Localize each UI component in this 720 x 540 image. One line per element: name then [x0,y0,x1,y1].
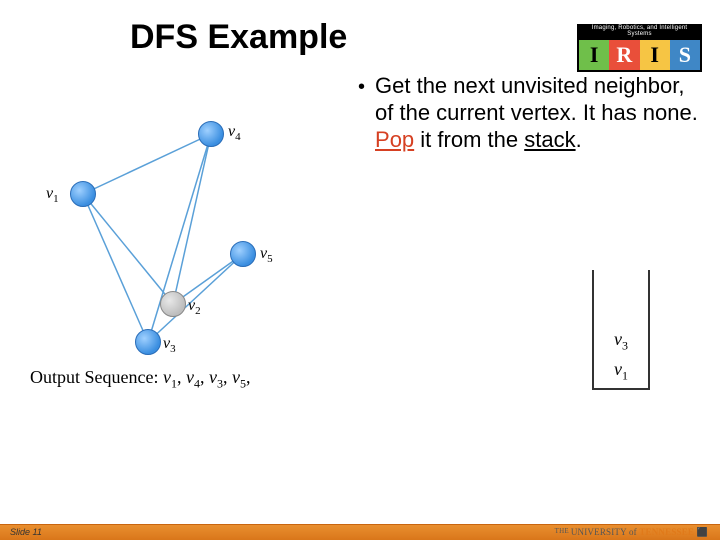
vertex-v3 [135,329,161,355]
vertex-label-v4: v4 [228,123,241,143]
vertex-v2 [160,291,186,317]
univ-of: of [627,527,640,537]
stack-cell: v3 [614,329,628,354]
logo-letter-r: R [609,40,639,70]
stack-cell: v1 [614,359,628,384]
univ-tennessee: TENNESSEE [639,527,694,537]
univ-university: UNIVERSITY [571,527,627,537]
graph-canvas: v1 v2 v3 v4 v5 [30,81,330,361]
bullet-item: • Get the next unvisited neighbor, of th… [358,73,700,153]
iris-logo: Imaging, Robotics, and Intelligent Syste… [577,24,702,69]
stack-word: stack [524,127,575,152]
pop-word: Pop [375,127,414,152]
logo-letters: I R I S [577,38,702,72]
vertex-label-v1: v1 [46,185,59,205]
graph-panel: v1 v2 v3 v4 v5 Output Sequence: v1, v4, v3, … [30,67,350,427]
vertex-v1 [70,181,96,207]
univ-the: THE [555,527,571,535]
logo-letter-s: S [670,40,700,70]
vertex-label-v5: v5 [260,245,273,265]
bullet-post: . [576,127,582,152]
vertex-v5 [230,241,256,267]
logo-letter-i1: I [579,40,609,70]
stack-diagram: v3v1 [592,270,650,390]
footer: Slide 11 THE UNIVERSITY of TENNESSEE ⬛ [0,524,720,540]
university-mark: THE UNIVERSITY of TENNESSEE ⬛ [555,527,708,538]
ut-icon: ⬛ [697,527,708,537]
vertex-v4 [198,121,224,147]
bullet-pre: Get the next unvisited neighbor, of the … [375,73,698,125]
bullet-mark: • [358,73,365,153]
logo-letter-i2: I [640,40,670,70]
vertex-label-v3: v3 [163,335,176,355]
logo-caption: Imaging, Robotics, and Intelligent Syste… [577,24,702,38]
output-sequence: Output Sequence: v1, v4, v3, v5, [30,367,250,392]
slide-number: Slide 11 [10,527,42,537]
bullet-panel: • Get the next unvisited neighbor, of th… [358,67,700,427]
vertex-label-v2: v2 [188,297,201,317]
graph-edges [30,81,330,371]
bullet-text: Get the next unvisited neighbor, of the … [375,73,700,153]
bullet-mid: it from the [414,127,524,152]
